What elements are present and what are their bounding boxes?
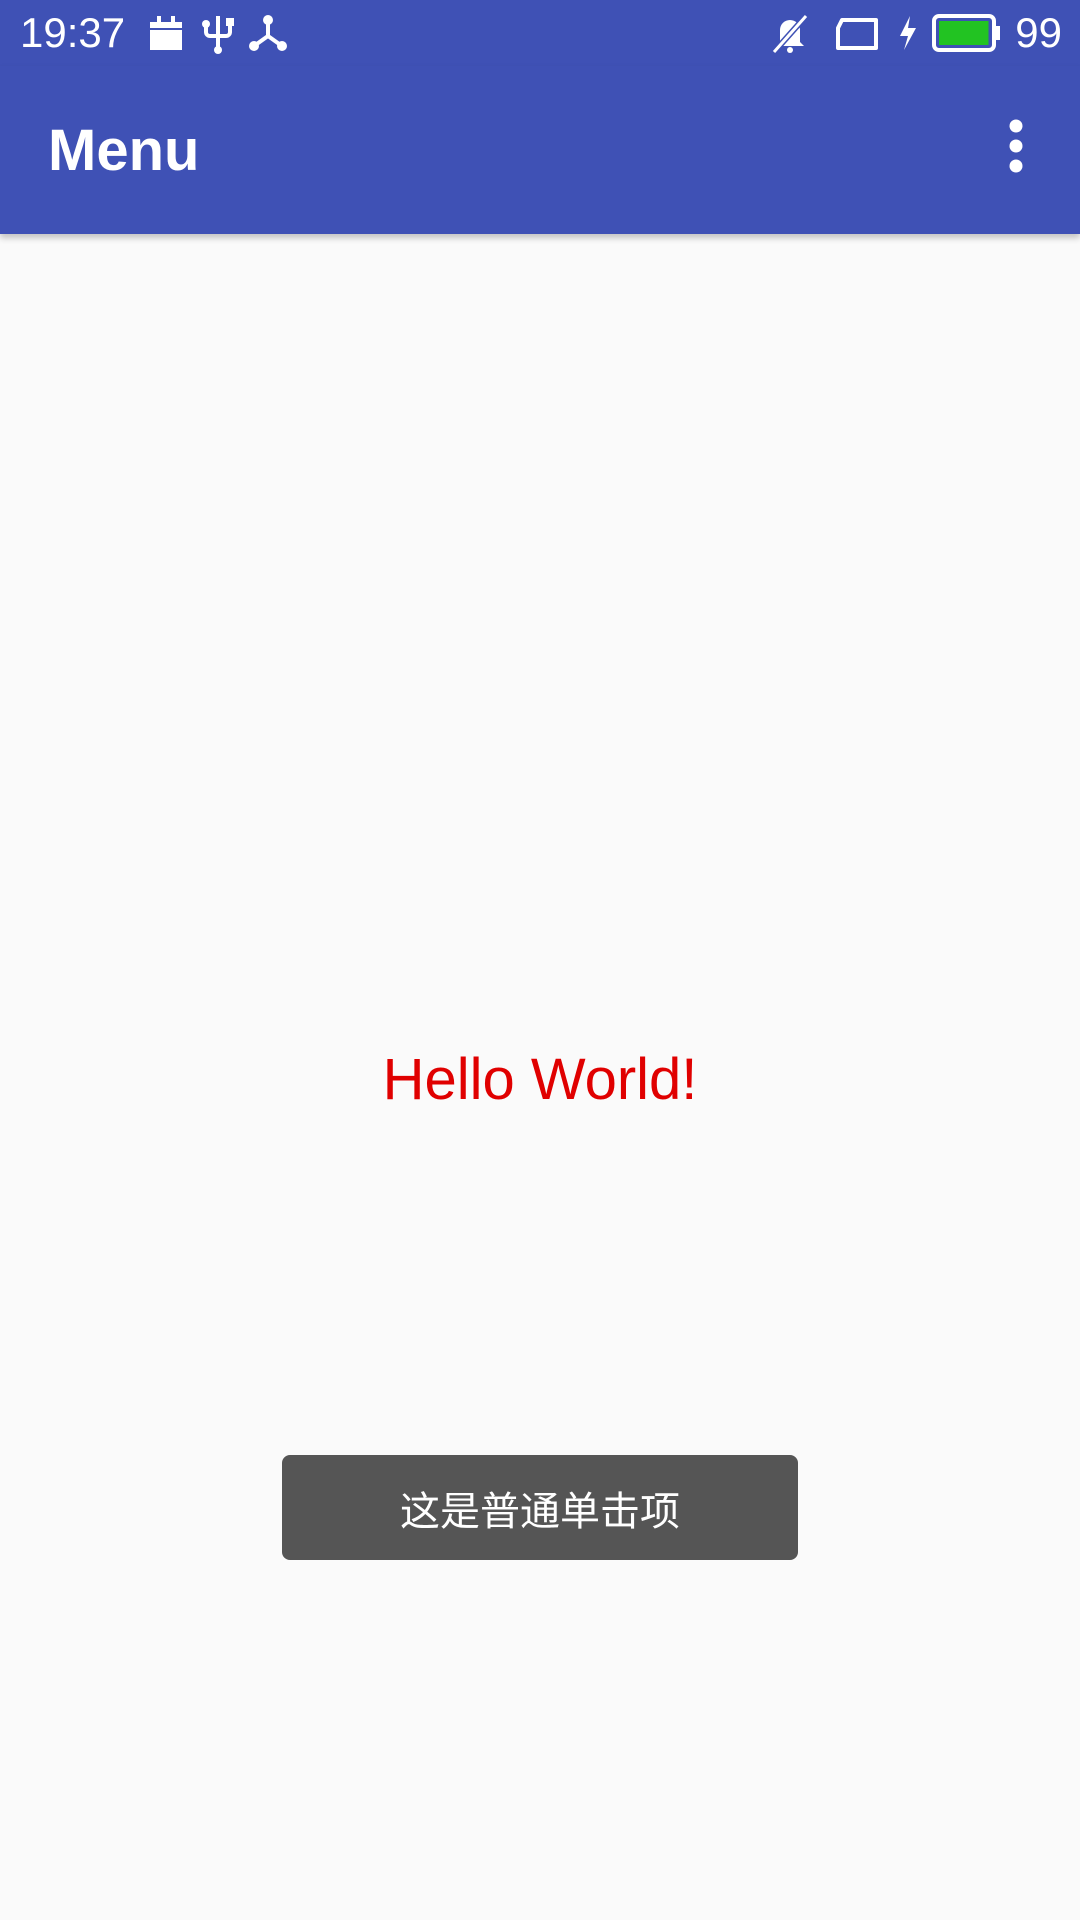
overflow-menu-button[interactable] bbox=[976, 106, 1056, 186]
status-time: 19:37 bbox=[20, 9, 126, 56]
battery-percentage: 99 bbox=[1015, 9, 1062, 56]
toast-message: 这是普通单击项 bbox=[282, 1455, 798, 1560]
usb-icon bbox=[198, 12, 238, 54]
notifications-off-icon bbox=[770, 12, 810, 54]
status-bar: 19:37 99 bbox=[0, 0, 1080, 66]
app-bar: Menu bbox=[0, 66, 1080, 234]
more-vert-icon bbox=[1009, 119, 1023, 173]
share-icon bbox=[248, 12, 288, 54]
charging-icon bbox=[896, 12, 920, 54]
tablet-icon bbox=[834, 12, 880, 54]
battery-icon bbox=[932, 12, 1002, 54]
hello-world-text: Hello World! bbox=[382, 1047, 698, 1112]
calendar-icon bbox=[146, 12, 186, 54]
app-title: Menu bbox=[48, 118, 200, 183]
